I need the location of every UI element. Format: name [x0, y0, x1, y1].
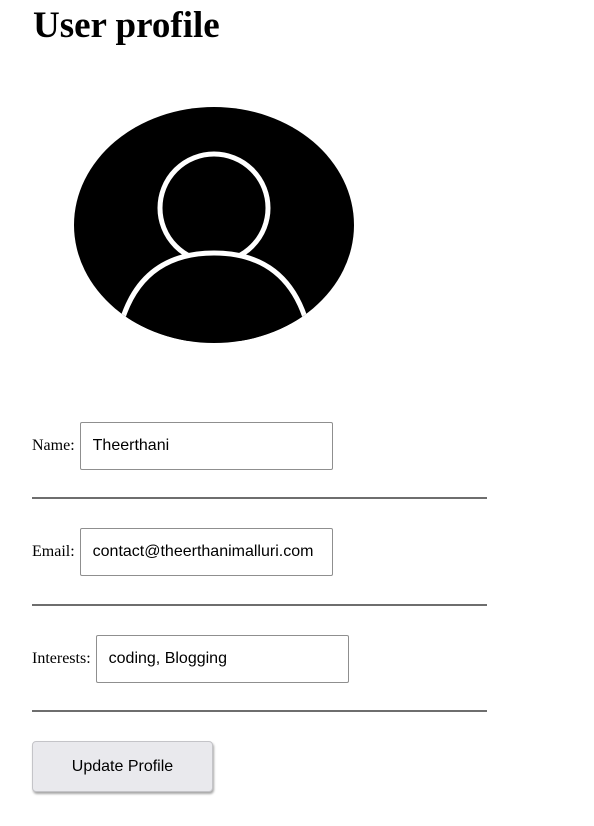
user-silhouette-icon [74, 107, 354, 343]
update-profile-button[interactable]: Update Profile [32, 741, 213, 792]
divider [32, 497, 487, 499]
email-label: Email: [32, 543, 75, 560]
interests-label: Interests: [32, 650, 91, 667]
email-field[interactable] [79, 528, 333, 576]
interests-field[interactable] [95, 635, 349, 683]
name-field[interactable] [79, 422, 333, 470]
name-row: Name: [32, 422, 333, 470]
divider [32, 604, 487, 606]
interests-row: Interests: [32, 635, 349, 683]
avatar [73, 106, 355, 344]
page-title: User profile [33, 5, 220, 46]
divider [32, 710, 487, 712]
name-label: Name: [32, 437, 75, 454]
email-row: Email: [32, 528, 333, 576]
